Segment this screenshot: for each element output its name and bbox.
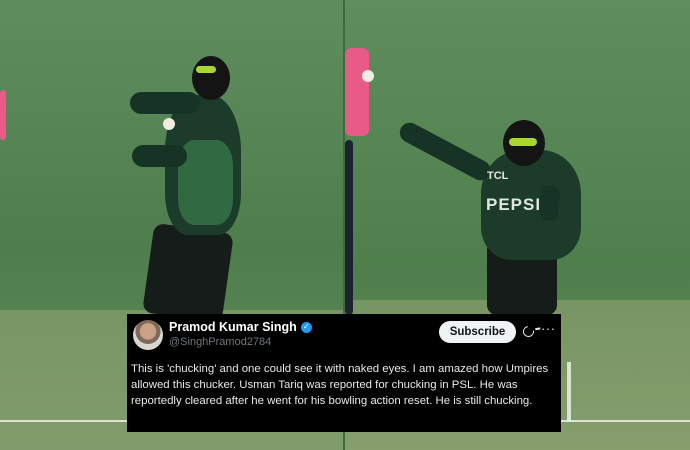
shirt-brand-text: TCL — [487, 170, 509, 182]
ball-right — [362, 70, 374, 82]
bowler-left-trousers — [142, 222, 234, 324]
user-handle[interactable]: @SinghPramod2784 — [169, 336, 271, 348]
umpire-left — [0, 90, 6, 140]
shirt-sponsor-text: PEPSI — [486, 195, 542, 214]
verified-badge-icon: ✓ — [300, 321, 312, 333]
subscribe-button[interactable]: Subscribe — [439, 321, 516, 343]
author-name-row: Pramod Kumar Singh ✓ — [169, 320, 312, 334]
umpire-right-trousers — [345, 140, 353, 315]
display-name[interactable]: Pramod Kumar Singh — [169, 320, 297, 334]
tweet-card: Pramod Kumar Singh ✓ @SinghPramod2784 Su… — [127, 314, 561, 432]
bowler-left-arm-lower — [132, 145, 187, 167]
tweet-text: This is 'chucking' and one could see it … — [131, 363, 549, 407]
bowler-right-headband — [509, 138, 537, 146]
crease-line-right — [567, 362, 571, 422]
bowler-left-head — [192, 56, 230, 100]
ball-left — [163, 118, 175, 130]
more-options-icon[interactable]: ··· — [541, 321, 556, 336]
grok-icon[interactable] — [520, 323, 537, 340]
bowler-left-arm — [130, 92, 200, 114]
bowler-left-headband — [196, 66, 216, 73]
avatar[interactable] — [133, 320, 163, 350]
bowler-right-arm-raised — [396, 119, 494, 184]
umpire-right — [345, 48, 369, 136]
